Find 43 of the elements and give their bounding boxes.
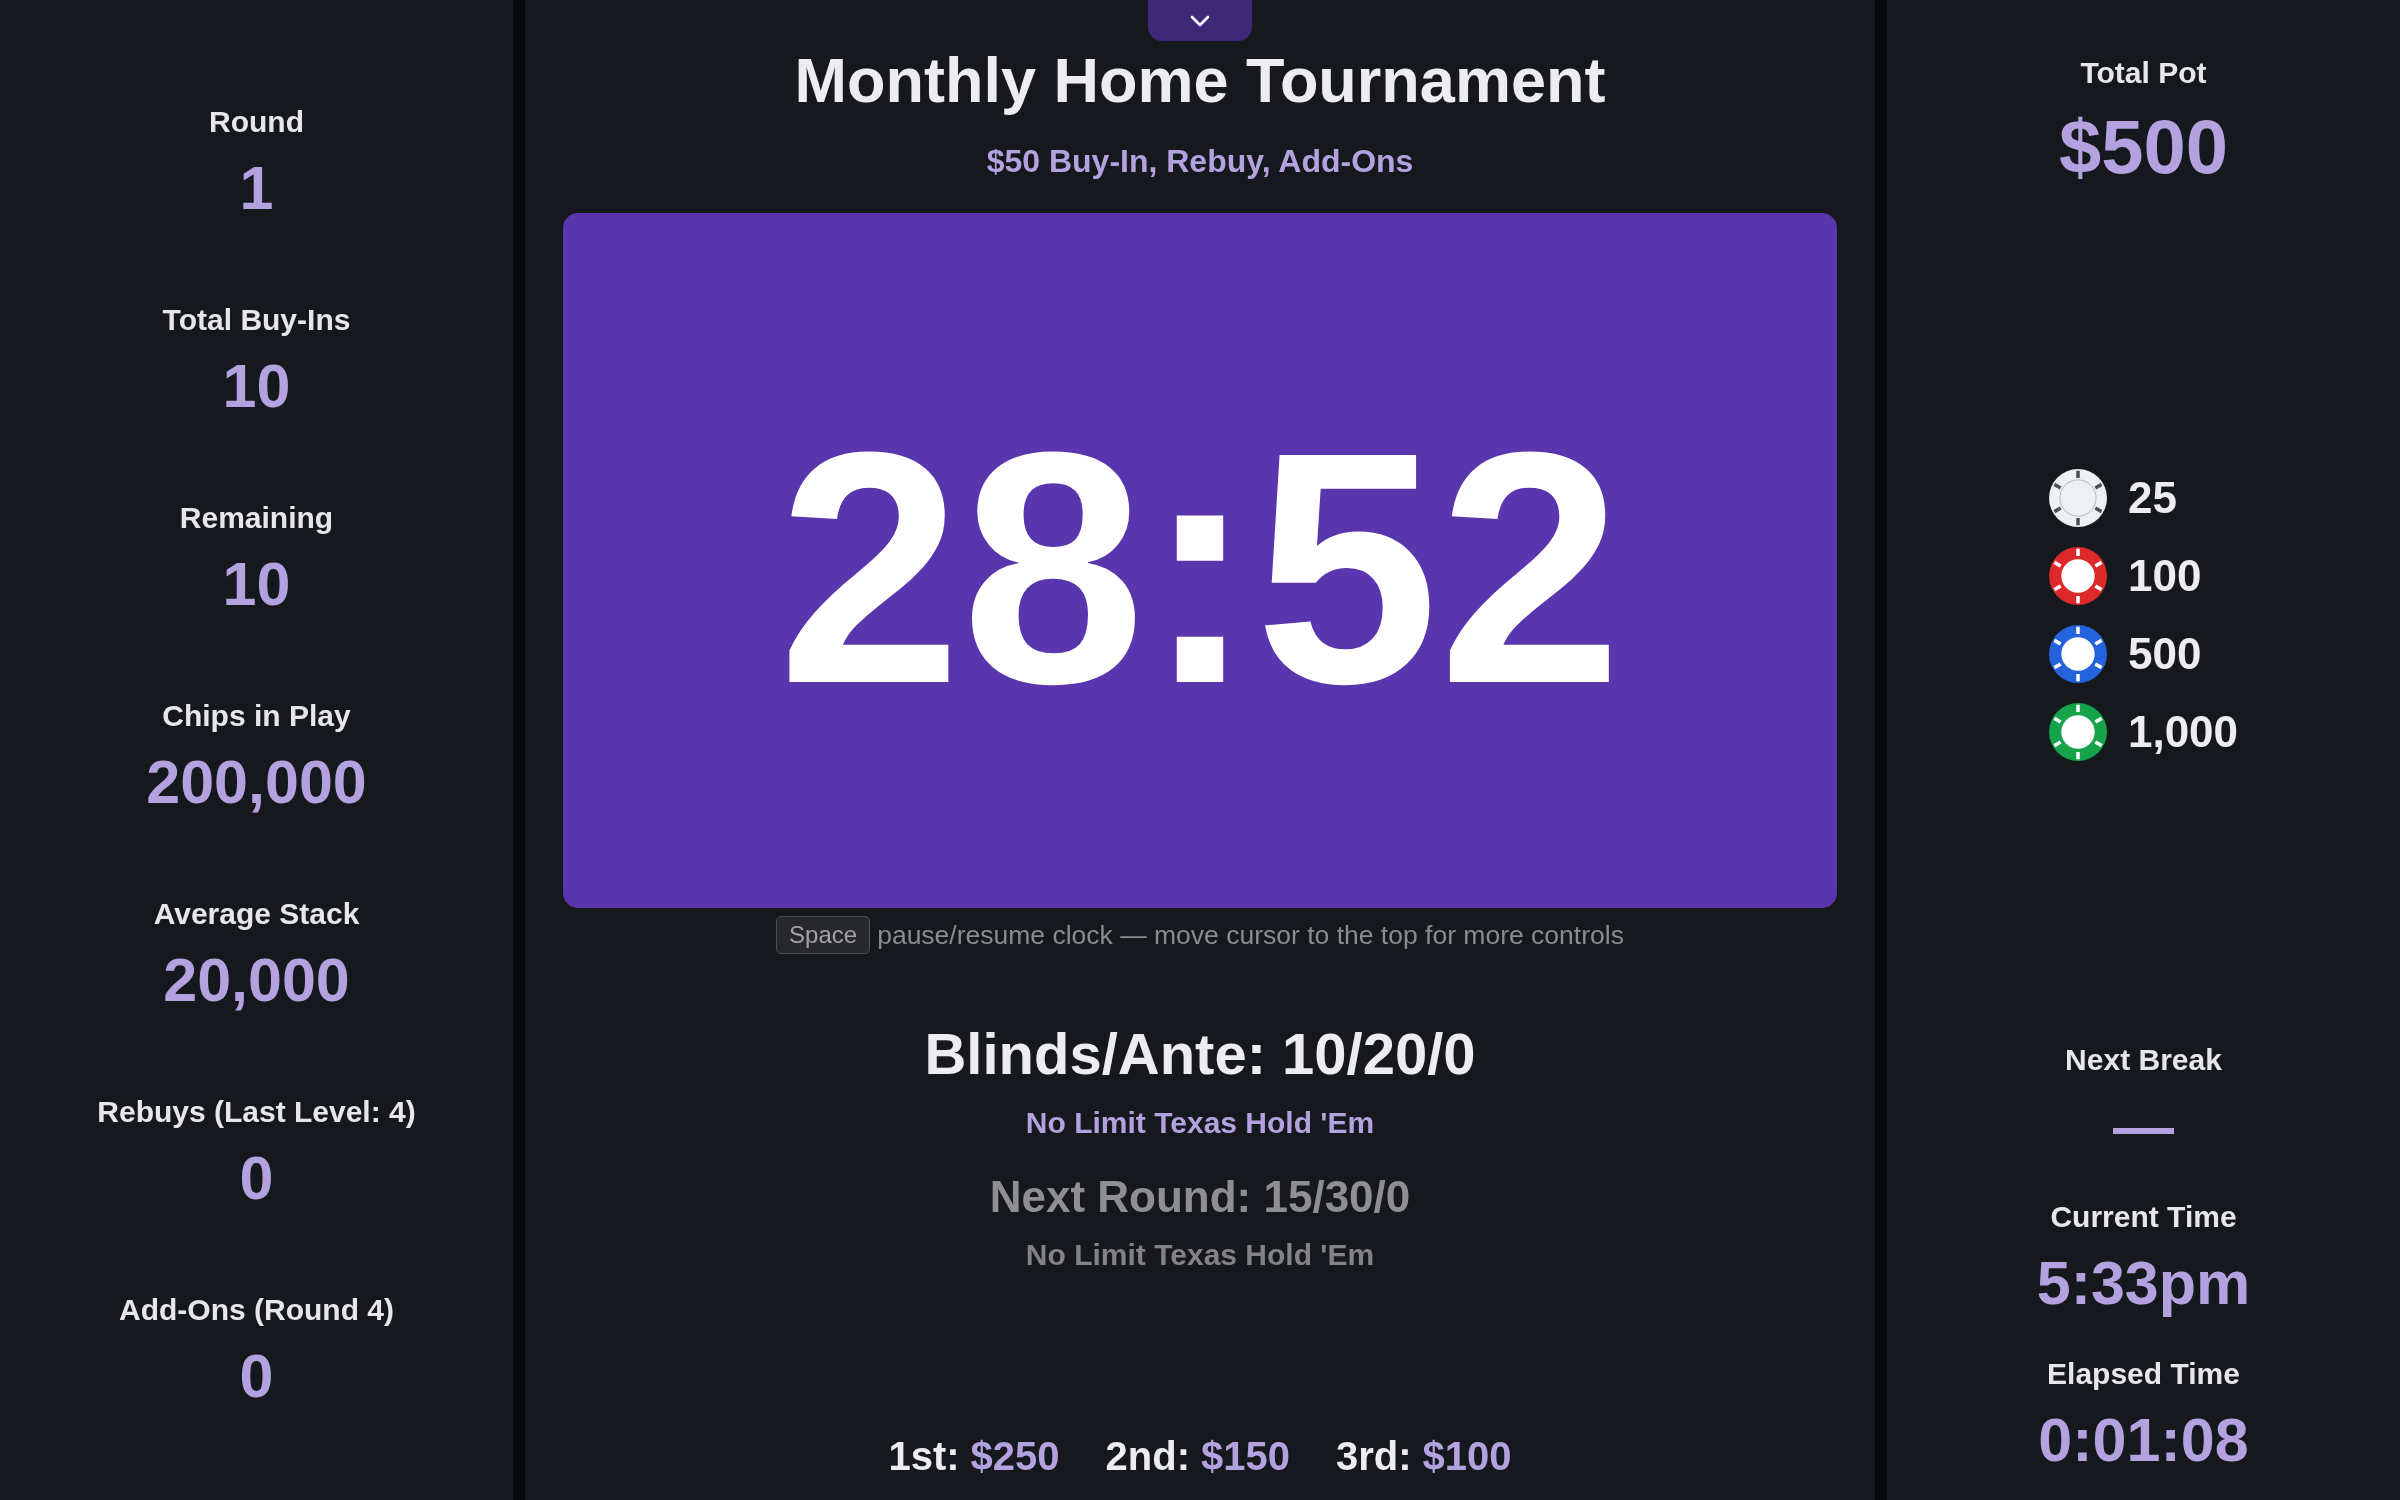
stat-label: Current Time — [2050, 1199, 2237, 1235]
stat-label: Add-Ons (Round 4) — [119, 1292, 394, 1328]
next-round-blinds: Next Round: 15/30/0 — [989, 1171, 1411, 1223]
stat-value: 20,000 — [163, 948, 350, 1012]
chip-value: 100 — [2127, 550, 2202, 601]
stat-value: 0:01:08 — [2038, 1408, 2249, 1472]
hint-text: pause/resume clock — move cursor to the top for more controls — [877, 919, 1624, 951]
stat-value: 5:33pm — [2036, 1251, 2251, 1315]
stat-label: Chips in Play — [162, 698, 351, 734]
chip-value: 25 — [2127, 472, 2177, 523]
stat-label: Elapsed Time — [2047, 1356, 2240, 1392]
chip-value: 500 — [2127, 628, 2202, 679]
stat-value: 200,000 — [146, 750, 367, 814]
stat-label: Round — [209, 104, 304, 140]
stat-value: 0 — [239, 1146, 274, 1210]
stat-value: — — [2113, 1094, 2174, 1158]
current-blinds: Blinds/Ante: 10/20/0 — [924, 1022, 1476, 1086]
stat-value: 10 — [222, 354, 291, 418]
stat-label: Rebuys (Last Level: 4) — [97, 1094, 416, 1130]
stat-label: Total Buy-Ins — [162, 302, 351, 338]
keyboard-key: Space — [776, 916, 871, 954]
tournament-title: Monthly Home Tournament — [794, 44, 1606, 117]
stat-value: $500 — [2058, 107, 2229, 187]
payout-place: 1st: — [888, 1433, 960, 1480]
next-round-game: No Limit Texas Hold 'Em — [1025, 1237, 1375, 1273]
toggle-controls-button[interactable] — [1148, 0, 1252, 41]
stat-value: 1 — [239, 156, 274, 220]
countdown-time: 28:52 — [778, 383, 1622, 738]
stat-label: Remaining — [179, 500, 334, 536]
payout-place: 3rd: — [1336, 1433, 1412, 1480]
stat-label: Total Pot — [2080, 55, 2207, 91]
stat-value: 10 — [222, 552, 291, 616]
stat-value: 0 — [239, 1344, 274, 1408]
payout-amount: $250 — [970, 1433, 1060, 1480]
stat-label: Next Break — [2065, 1042, 2222, 1078]
payout-amount: $100 — [1422, 1433, 1512, 1480]
tournament-subtitle: $50 Buy-In, Rebuy, Add-Ons — [986, 142, 1414, 181]
chevron-down-icon — [1190, 14, 1210, 27]
payout-place: 2nd: — [1105, 1433, 1190, 1480]
stat-label: Average Stack — [153, 896, 360, 932]
chip-value: 1,000 — [2127, 706, 2239, 757]
payout-amount: $150 — [1201, 1433, 1290, 1480]
current-game: No Limit Texas Hold 'Em — [1025, 1105, 1375, 1141]
